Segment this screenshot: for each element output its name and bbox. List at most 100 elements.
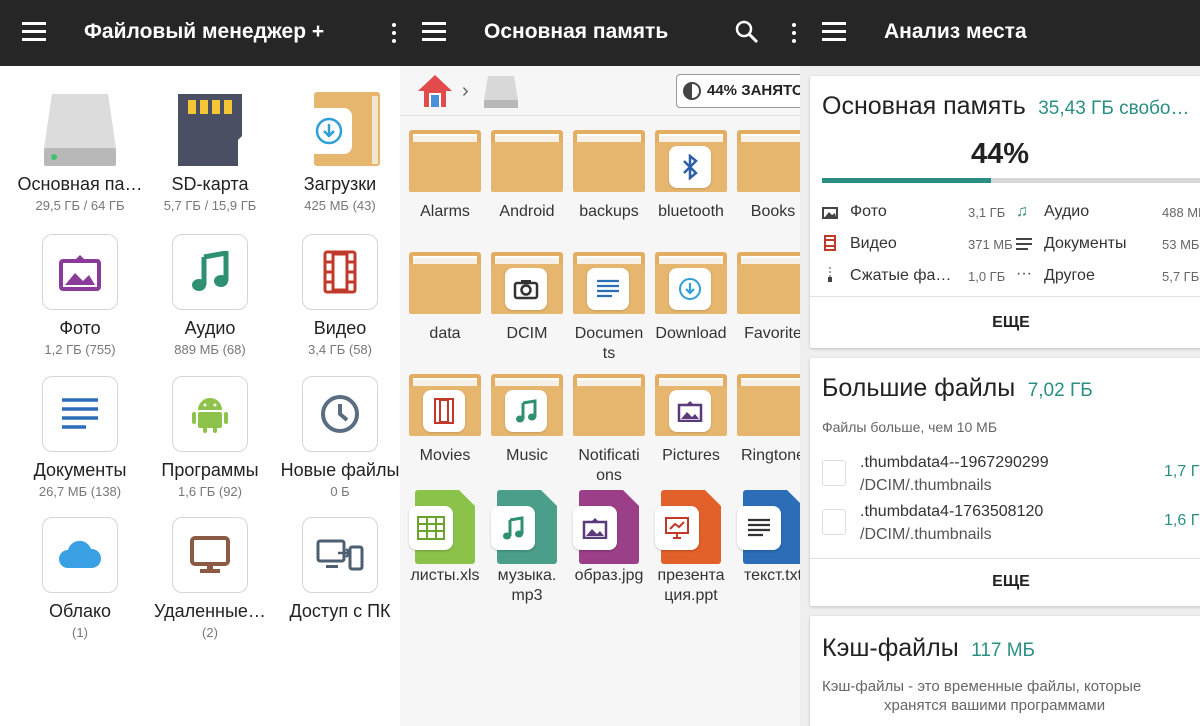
folder-item[interactable]: Notificati ons (569, 370, 649, 486)
photo-icon (573, 506, 617, 550)
category-main-storage[interactable]: Основная па… 29,5 ГБ / 64 ГБ (10, 90, 150, 213)
file-item[interactable]: образ.jpg (569, 490, 649, 586)
category-documents[interactable]: Документы 26,7 МБ (138) (10, 376, 150, 499)
category-label: Облако (48, 601, 112, 621)
stat-label: Фото (850, 203, 887, 220)
category-video[interactable]: Видео 3,4 ГБ (58) (270, 234, 400, 357)
folder-item[interactable]: DCIM (487, 248, 567, 344)
folder-item[interactable]: data (405, 248, 485, 344)
category-size: 3,4 ГБ (58) (308, 342, 372, 357)
menu-icon[interactable] (422, 22, 446, 42)
folder-name: Favorite (744, 325, 800, 342)
more-dots-icon: ··· (1016, 265, 1032, 282)
search-icon[interactable] (735, 20, 759, 49)
stat-size: 5,7 ГБ (1162, 269, 1200, 284)
folder-item[interactable]: bluetooth (651, 126, 731, 222)
usage-bar-fill (822, 178, 991, 183)
file-type-icon (407, 490, 483, 564)
file-icon (822, 509, 846, 535)
folder-item[interactable]: Music (487, 370, 567, 466)
stat-size: 371 МБ (968, 237, 1013, 252)
file-item[interactable]: текст.txt (733, 490, 800, 586)
file-name: .thumbdata4--1967290299 (860, 454, 1049, 471)
stat-label: Другое (1044, 267, 1095, 284)
folder-icon (735, 370, 800, 442)
document-lines-icon (1016, 237, 1032, 255)
stat-label: Документы (1044, 235, 1127, 252)
folder-item[interactable]: Download (651, 248, 731, 344)
folder-item[interactable]: Alarms (405, 126, 485, 222)
file-name: музыка. mp3 (497, 567, 557, 604)
file-path: /DCIM/.thumbnails (860, 526, 992, 543)
divider (810, 558, 1200, 559)
document-lines-icon (737, 506, 781, 550)
folder-item[interactable]: Documen ts (569, 248, 649, 364)
category-remote[interactable]: Удаленные… (2) (140, 517, 280, 640)
more-options-icon[interactable] (392, 23, 398, 45)
folder-item[interactable]: backups (569, 126, 649, 222)
app-screens: Файловый менеджер + Основная па… 29,5 ГБ… (0, 0, 1200, 726)
music-note-icon (491, 506, 535, 550)
category-photo[interactable]: Фото 1,2 ГБ (755) (10, 234, 150, 357)
folder-icon (407, 248, 483, 320)
folder-name: Notificati ons (578, 447, 640, 484)
hard-drive-icon (42, 90, 118, 166)
file-path: /DCIM/.thumbnails (860, 477, 992, 494)
monitor-icon (172, 517, 248, 593)
folder-item[interactable]: Android (487, 126, 567, 222)
category-size: (2) (202, 625, 218, 640)
camera-icon (505, 268, 547, 310)
pie-icon (683, 82, 701, 100)
large-files-card: Большие файлы 7,02 ГБ Файлы больше, чем … (810, 358, 1200, 606)
folder-item[interactable]: Favorite (733, 248, 800, 344)
stat-size: 488 МБ (1162, 205, 1200, 220)
clock-icon (302, 376, 378, 452)
folder-icon (571, 248, 647, 320)
menu-icon[interactable] (22, 22, 46, 42)
usage-bar (822, 178, 1200, 183)
stat-size: 53 МБ (1162, 237, 1200, 252)
category-audio[interactable]: Аудио 889 МБ (68) (140, 234, 280, 357)
stat-label: Видео (850, 235, 897, 252)
file-item[interactable]: листы.xls (405, 490, 485, 586)
used-label: 44% ЗАНЯТО (707, 82, 800, 99)
category-downloads[interactable]: Загрузки 425 МБ (43) (270, 90, 400, 213)
category-sd-card[interactable]: SD-карта 5,7 ГБ / 15,9 ГБ (140, 90, 280, 213)
category-new-files[interactable]: Новые файлы 0 Б (270, 376, 400, 499)
app-bar: Анализ места (800, 0, 1200, 66)
category-size: 0 Б (330, 484, 350, 499)
folder-icon (653, 126, 729, 198)
category-apps[interactable]: Программы 1,6 ГБ (92) (140, 376, 280, 499)
more-button[interactable]: ЕЩЕ (810, 573, 1200, 591)
folder-name: backups (579, 203, 639, 220)
large-file-item[interactable]: .thumbdata4-1763508120 /DCIM/.thumbnails… (810, 499, 1200, 547)
file-name: .thumbdata4-1763508120 (860, 503, 1044, 520)
home-icon[interactable] (416, 72, 454, 115)
hard-drive-icon[interactable] (482, 72, 520, 115)
folder-name: bluetooth (658, 203, 724, 220)
folder-name: Android (499, 203, 555, 220)
file-size: 1,7 ГБ (1164, 463, 1200, 480)
document-lines-icon (42, 376, 118, 452)
folder-icon (489, 248, 565, 320)
folder-item[interactable]: Books (733, 126, 800, 222)
more-options-icon[interactable] (792, 23, 798, 45)
music-note-icon: ♫ (1016, 203, 1028, 220)
category-pc-access[interactable]: Доступ с ПК (270, 517, 400, 625)
more-button[interactable]: ЕЩЕ (810, 314, 1200, 332)
file-item[interactable]: презента ция.ppt (651, 490, 731, 606)
file-item[interactable]: музыка. mp3 (487, 490, 567, 606)
storage-used-button[interactable]: 44% ЗАНЯТО (676, 74, 800, 108)
folder-icon (571, 126, 647, 198)
card-description: Кэш-файлы - это временные файлы, которые (822, 678, 1142, 695)
folder-item[interactable]: Movies (405, 370, 485, 466)
category-cloud[interactable]: Облако (1) (10, 517, 150, 640)
menu-icon[interactable] (822, 22, 846, 42)
folder-item[interactable]: Ringtone (733, 370, 800, 466)
large-file-item[interactable]: .thumbdata4--1967290299 /DCIM/.thumbnail… (810, 450, 1200, 498)
folder-item[interactable]: Pictures (651, 370, 731, 466)
card-description: Файлы больше, чем 10 МБ (822, 419, 998, 435)
folder-name: data (429, 325, 461, 342)
file-type-icon (735, 490, 800, 564)
file-name: презента ция.ppt (657, 567, 725, 604)
